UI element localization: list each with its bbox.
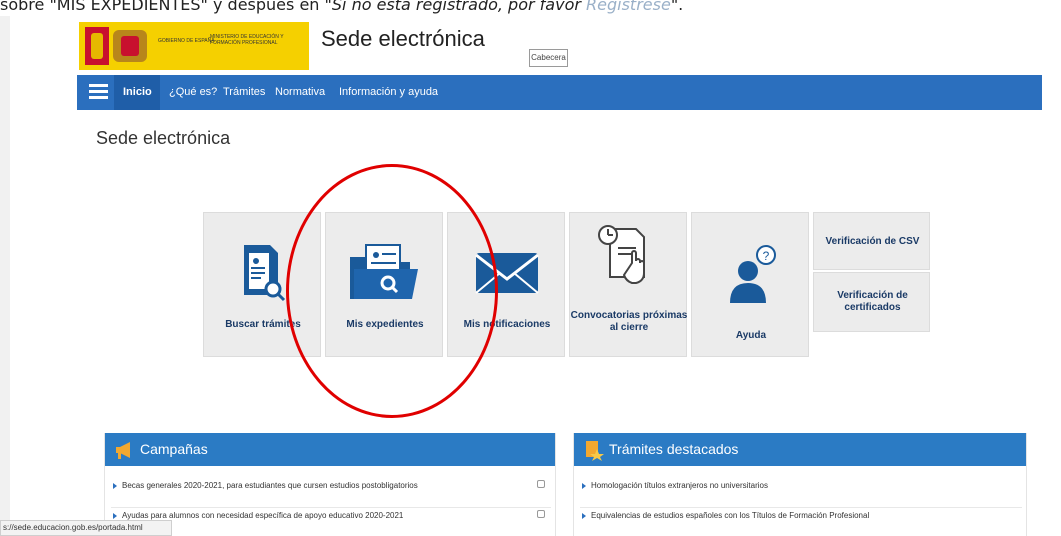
menu-icon[interactable] [89,84,108,100]
tramite-item[interactable]: Equivalencias de estudios españoles con … [582,511,869,520]
site-title: Sede electrónica [321,26,485,51]
tile-ayuda[interactable]: ? Ayuda [691,212,809,357]
tile-verificacion-certificados[interactable]: Verificación de certificados [813,272,930,332]
external-link-icon[interactable] [537,480,545,488]
main-navbar: Inicio ¿Qué es? Trámites Normativa Infor… [77,75,1042,110]
tramite-item[interactable]: Homologación títulos extranjeros no univ… [582,481,768,490]
tramites-header: Trámites destacados [574,433,1026,466]
divider [111,507,551,508]
coat-of-arms-icon [113,30,147,62]
tile-label: Ayuda [735,330,767,341]
caption-italic: "Si no está registrado, por favor [324,0,587,14]
cabecera-image: Cabecera [529,49,568,67]
user-help-icon: ? [730,245,776,303]
nav-que-es[interactable]: ¿Qué es? [169,86,217,98]
tile-convocatorias[interactable]: Convocatorias próximas al cierre [569,212,687,357]
logo-ministerio-text: MINISTERIO DE EDUCACIÓN Y FORMACIÓN PROF… [210,34,284,46]
tile-label: Verificación de certificados [837,290,908,313]
caption-link: Regístrese [586,0,671,14]
page-title: Sede electrónica [96,128,231,148]
tile-label: Convocatorias próximas al cierre [570,310,688,333]
campana-item[interactable]: Becas generales 2020-2021, para estudian… [113,481,418,490]
caption-prefix: sobre "MIS EXPEDIENTES" y después en [0,0,325,14]
screenshot: sobre "MIS EXPEDIENTES" y después en "Si… [0,0,1061,536]
browser-status-url: s://sede.educacion.gob.es/portada.html [0,520,172,536]
campana-item[interactable]: Ayudas para alumnos con necesidad especí… [113,511,403,520]
web-page: GOBIERNO DE ESPAÑA MINISTERIO DE EDUCACI… [77,16,1042,536]
nav-normativa[interactable]: Normativa [275,86,325,98]
external-link-icon[interactable] [537,510,545,518]
browser-margin [0,16,10,536]
ministry-logo[interactable]: GOBIERNO DE ESPAÑA MINISTERIO DE EDUCACI… [79,22,309,70]
highlight-circle [286,164,498,418]
logo-gobierno-text: GOBIERNO DE ESPAÑA [158,38,215,44]
svg-text:?: ? [763,249,770,263]
nav-tramites[interactable]: Trámites [223,86,265,98]
site-header: GOBIERNO DE ESPAÑA MINISTERIO DE EDUCACI… [77,16,1042,75]
campanas-title: Campañas [140,441,208,457]
clock-document-icon [598,225,645,284]
nav-informacion-ayuda[interactable]: Información y ayuda [339,86,438,98]
instruction-caption: sobre "MIS EXPEDIENTES" y después en "Si… [0,0,1061,15]
divider [580,507,1022,508]
tramites-title: Trámites destacados [609,441,739,457]
megaphone-icon [116,442,130,459]
tile-verificacion-csv[interactable]: Verificación de CSV [813,212,930,270]
tile-label: Verificación de CSV [825,236,920,247]
caption-suffix: ". [670,0,684,14]
campanas-header: Campañas [105,433,555,466]
star-document-icon [586,441,604,461]
tramites-destacados-panel: Trámites destacados Homologación títulos… [573,433,1027,536]
nav-inicio[interactable]: Inicio [114,75,160,110]
flag-icon [85,27,109,65]
